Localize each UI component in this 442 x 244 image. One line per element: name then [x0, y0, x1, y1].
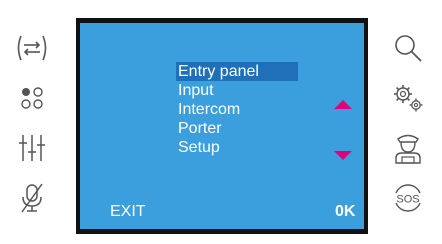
display-frame: Entry panel Input Intercom Porter Setup …	[76, 18, 368, 234]
sos-label: SOS	[396, 194, 419, 206]
settings-dots-icon	[21, 87, 43, 109]
scroll-up-arrow-icon	[334, 100, 352, 109]
menu-item-setup[interactable]: Setup	[176, 138, 298, 157]
sos-button[interactable]: SOS	[386, 176, 430, 220]
menu-item-intercom[interactable]: Intercom	[176, 100, 298, 119]
sos-icon: SOS	[395, 184, 421, 212]
menu-item-porter[interactable]: Porter	[176, 119, 298, 138]
intercom-device: Entry panel Input Intercom Porter Setup …	[0, 0, 442, 244]
search-icon	[395, 35, 422, 62]
mute-button[interactable]	[10, 176, 54, 220]
ok-softkey-label[interactable]: 0K	[335, 203, 355, 221]
menu-item-entry-panel[interactable]: Entry panel	[176, 62, 298, 81]
exit-softkey-label[interactable]: EXIT	[110, 203, 146, 221]
porter-button[interactable]	[386, 126, 430, 170]
sliders-icon	[19, 135, 45, 161]
porter-icon	[395, 134, 421, 164]
scroll-down-arrow-icon	[334, 151, 352, 160]
main-menu: Entry panel Input Intercom Porter Setup	[176, 62, 298, 157]
transfer-button[interactable]	[10, 26, 54, 70]
search-button[interactable]	[386, 26, 430, 70]
display-screen: Entry panel Input Intercom Porter Setup …	[80, 23, 364, 229]
dots-button[interactable]	[10, 76, 54, 120]
settings-button[interactable]	[386, 76, 430, 120]
gears-icon	[394, 85, 423, 112]
sliders-button[interactable]	[10, 126, 54, 170]
microphone-muted-icon	[21, 183, 43, 213]
transfer-arrows-icon	[17, 35, 47, 61]
menu-item-input[interactable]: Input	[176, 81, 298, 100]
